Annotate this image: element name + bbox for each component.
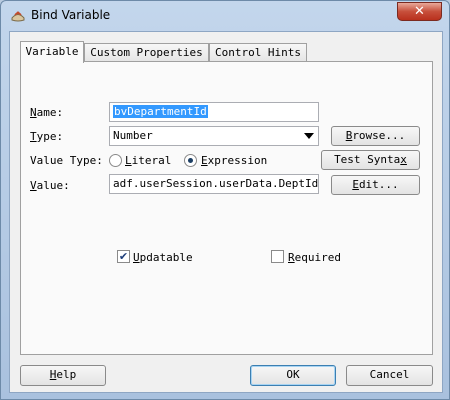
name-label: Name: (30, 106, 64, 119)
required-checkbox[interactable] (271, 250, 284, 263)
ok-button[interactable]: OK (250, 365, 336, 386)
checkmark-icon: ✔ (118, 250, 129, 263)
window-title: Bind Variable (31, 8, 111, 22)
title-bar[interactable]: Bind Variable ✕ (1, 1, 449, 31)
variable-tab-panel: Name: bvDepartmentId Type: Number Browse… (20, 61, 433, 355)
tab-label: Control Hints (214, 46, 302, 59)
literal-radio[interactable] (109, 154, 122, 167)
value-field[interactable]: adf.userSession.userData.DeptId (109, 174, 319, 194)
close-button[interactable]: ✕ (397, 2, 442, 21)
test-syntax-button[interactable]: Test Syntax (321, 150, 420, 170)
value-label: Value: (30, 179, 70, 192)
dialog-client-area: Variable Custom Properties Control Hints… (9, 31, 443, 393)
expression-radio[interactable] (184, 154, 197, 167)
chevron-down-icon (304, 133, 314, 139)
value-type-label: Value Type: (30, 154, 103, 167)
browse-button[interactable]: Browse... (331, 126, 420, 146)
name-value: bvDepartmentId (113, 105, 208, 118)
bind-variable-icon (10, 9, 26, 23)
type-select[interactable]: Number (109, 126, 319, 146)
close-icon: ✕ (414, 4, 425, 19)
help-button[interactable]: Help (20, 365, 106, 386)
tab-custom-properties[interactable]: Custom Properties (84, 43, 209, 62)
tab-label: Custom Properties (90, 46, 203, 59)
type-value: Number (113, 129, 153, 142)
updatable-checkbox[interactable]: ✔ (117, 250, 130, 263)
tab-control-hints[interactable]: Control Hints (209, 43, 307, 62)
dialog-window: Bind Variable ✕ Variable Custom Properti… (0, 0, 450, 400)
tab-variable[interactable]: Variable (20, 41, 84, 63)
type-label: Type: (30, 130, 64, 143)
literal-radio-label[interactable]: Literal (125, 154, 171, 167)
value-text: adf.userSession.userData.DeptId (113, 177, 319, 190)
tab-label: Variable (25, 45, 79, 58)
updatable-label[interactable]: Updatable (133, 251, 193, 264)
cancel-button[interactable]: Cancel (346, 365, 433, 386)
edit-button[interactable]: Edit... (331, 175, 420, 195)
name-field[interactable]: bvDepartmentId (109, 102, 319, 122)
expression-radio-label[interactable]: Expression (201, 154, 267, 167)
required-label[interactable]: Required (288, 251, 341, 264)
